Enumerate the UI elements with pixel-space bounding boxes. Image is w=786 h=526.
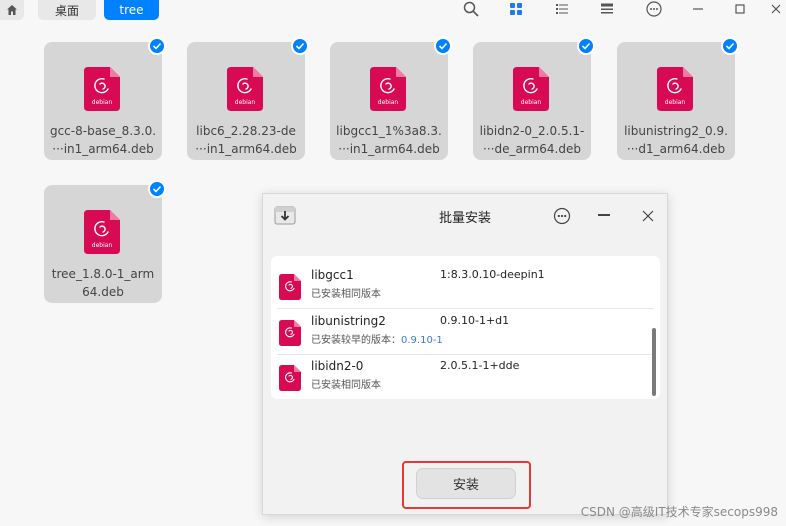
debian-package-icon: debian <box>657 67 693 111</box>
menu-icon <box>646 1 662 17</box>
close-icon <box>771 4 781 14</box>
checkmark-icon <box>725 42 735 50</box>
package-status: 已安装相同版本 <box>311 380 381 391</box>
file-item[interactable]: debian tree_1.8.0-1_arm 64.deb <box>44 185 162 303</box>
close-icon[interactable] <box>641 209 655 223</box>
list-view-button[interactable] <box>552 0 572 18</box>
debian-package-icon: debian <box>513 67 549 111</box>
file-name: libidn2-0_2.0.5.1- ···de_arm64.deb <box>479 124 585 156</box>
package-version: 1:8.3.0.10-deepin1 <box>440 268 545 281</box>
detail-view-button[interactable] <box>597 0 617 18</box>
debian-package-icon: debian <box>227 67 263 111</box>
toolbar: 桌面 tree <box>0 0 786 22</box>
checkmark-icon <box>152 42 162 50</box>
debian-package-icon: debian <box>370 67 406 111</box>
file-item[interactable]: debian libgcc1_1%3a8.3. ···in1_arm64.deb <box>330 42 448 160</box>
package-list[interactable]: libgcc1 1:8.3.0.10-deepin1 已安装相同版本 libun… <box>271 256 660 399</box>
debian-package-icon: debian <box>84 210 120 254</box>
main-menu-button[interactable] <box>644 0 664 18</box>
debian-package-icon <box>279 365 301 391</box>
checkmark-icon <box>295 42 305 50</box>
dialog-minimize-button[interactable] <box>598 214 610 216</box>
selected-check-badge <box>148 180 166 198</box>
icon-view-button[interactable] <box>506 0 526 18</box>
close-button[interactable] <box>766 0 786 18</box>
package-version: 2.0.5.1-1+dde <box>440 359 520 372</box>
icon-view-icon <box>510 3 522 15</box>
file-item[interactable]: debian gcc-8-base_8.3.0. ···in1_arm64.deb <box>44 42 162 160</box>
debian-package-icon: debian <box>84 67 120 111</box>
install-button[interactable]: 安装 <box>416 468 516 499</box>
package-name: libgcc1 <box>311 268 354 282</box>
package-version: 0.9.10-1+d1 <box>440 314 510 327</box>
debian-package-icon <box>279 274 301 300</box>
svg-text:debian: debian <box>235 99 256 106</box>
maximize-icon <box>735 4 745 14</box>
list-item[interactable]: libunistring2 0.9.10-1+d1 已安装较早的版本：0.9.1… <box>271 310 660 355</box>
breadcrumb-tree[interactable]: tree <box>104 0 159 20</box>
debian-package-icon <box>279 320 301 346</box>
checkmark-icon <box>438 42 448 50</box>
selected-check-badge <box>148 37 166 55</box>
package-status: 已安装较早的版本：0.9.10-1 <box>311 335 443 346</box>
package-name: libunistring2 <box>311 314 386 328</box>
menu-icon[interactable] <box>553 207 571 225</box>
home-icon <box>7 5 17 15</box>
svg-text:debian: debian <box>378 99 399 106</box>
selected-check-badge <box>434 37 452 55</box>
file-name: libc6_2.28.23-de ···in1_arm64.deb <box>195 124 297 156</box>
minimize-button[interactable] <box>688 0 708 18</box>
file-name: libgcc1_1%3a8.3. ···in1_arm64.deb <box>336 124 442 156</box>
batch-install-dialog: 批量安装 libgcc1 1:8.3.0.10-deepin1 已安装相同版本 <box>262 193 668 515</box>
home-button[interactable] <box>0 0 24 20</box>
minimize-icon <box>693 8 703 10</box>
svg-text:debian: debian <box>521 99 542 106</box>
file-item[interactable]: debian libidn2-0_2.0.5.1- ···de_arm64.deb <box>473 42 591 160</box>
package-name: libidn2-0 <box>311 359 364 373</box>
svg-text:debian: debian <box>92 242 113 249</box>
file-item[interactable]: debian libunistring2_0.9. ···d1_arm64.deb <box>617 42 735 160</box>
svg-text:debian: debian <box>665 99 686 106</box>
file-name: libunistring2_0.9. ···d1_arm64.deb <box>624 124 728 156</box>
row-divider <box>277 308 654 309</box>
svg-text:debian: debian <box>92 99 113 106</box>
file-name: tree_1.8.0-1_arm 64.deb <box>51 267 155 299</box>
file-name: gcc-8-base_8.3.0. ···in1_arm64.deb <box>49 124 157 156</box>
search-button[interactable] <box>461 0 481 18</box>
file-item[interactable]: debian libc6_2.28.23-de ···in1_arm64.deb <box>187 42 305 160</box>
dialog-title: 批量安装 <box>438 211 491 226</box>
list-scrollbar[interactable] <box>652 328 656 396</box>
list-view-icon <box>556 4 568 14</box>
selected-check-badge <box>291 37 309 55</box>
selected-check-badge <box>721 37 739 55</box>
checkmark-icon <box>152 185 162 193</box>
maximize-button[interactable] <box>730 0 750 18</box>
list-item[interactable]: libgcc1 1:8.3.0.10-deepin1 已安装相同版本 <box>271 264 660 309</box>
package-status: 已安装相同版本 <box>311 289 381 300</box>
checkmark-icon <box>581 42 591 50</box>
selected-check-badge <box>577 37 595 55</box>
watermark: CSDN @高级IT技术专家secops998 <box>580 505 778 519</box>
search-icon <box>463 1 479 17</box>
breadcrumb-desktop[interactable]: 桌面 <box>38 0 96 20</box>
dialog-titlebar: 批量安装 <box>263 194 667 236</box>
detail-view-icon <box>601 3 613 14</box>
list-item[interactable]: libidn2-0 2.0.5.1-1+dde 已安装相同版本 <box>271 355 660 399</box>
